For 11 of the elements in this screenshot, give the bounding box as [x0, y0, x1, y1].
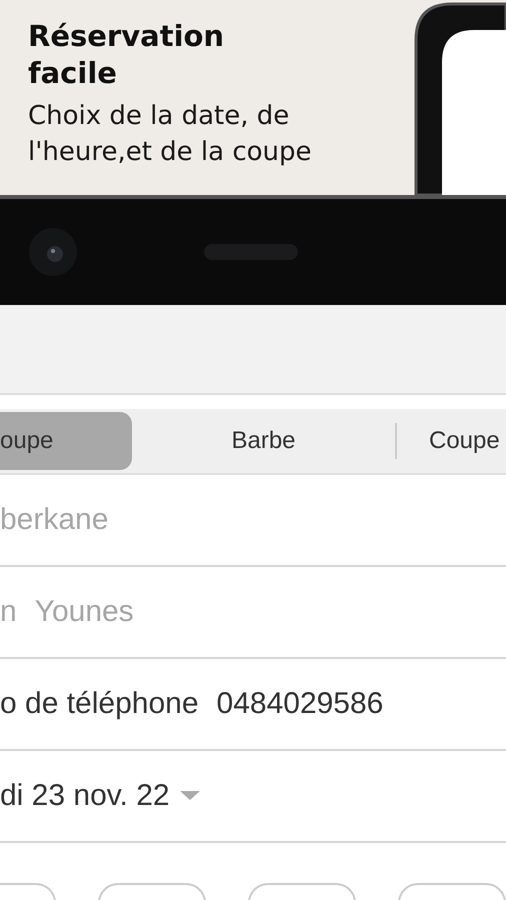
field-value[interactable]: di 23 nov. 22	[0, 779, 170, 813]
field-label: n	[0, 595, 17, 629]
segment-tab[interactable]: Coupe	[395, 423, 506, 459]
field-label: o de téléphone	[0, 687, 199, 721]
field-value[interactable]: 0484029586	[216, 687, 384, 721]
camera-icon	[28, 227, 78, 277]
segment-tab[interactable]: Barbe	[132, 412, 395, 470]
promo-title: Réservation facile	[28, 18, 226, 92]
segment-tab[interactable]: oupe	[0, 412, 132, 470]
caret-icon[interactable]	[180, 791, 200, 801]
promo-subtitle: Choix de la date, de l'heure,et de la coupe	[28, 100, 313, 169]
